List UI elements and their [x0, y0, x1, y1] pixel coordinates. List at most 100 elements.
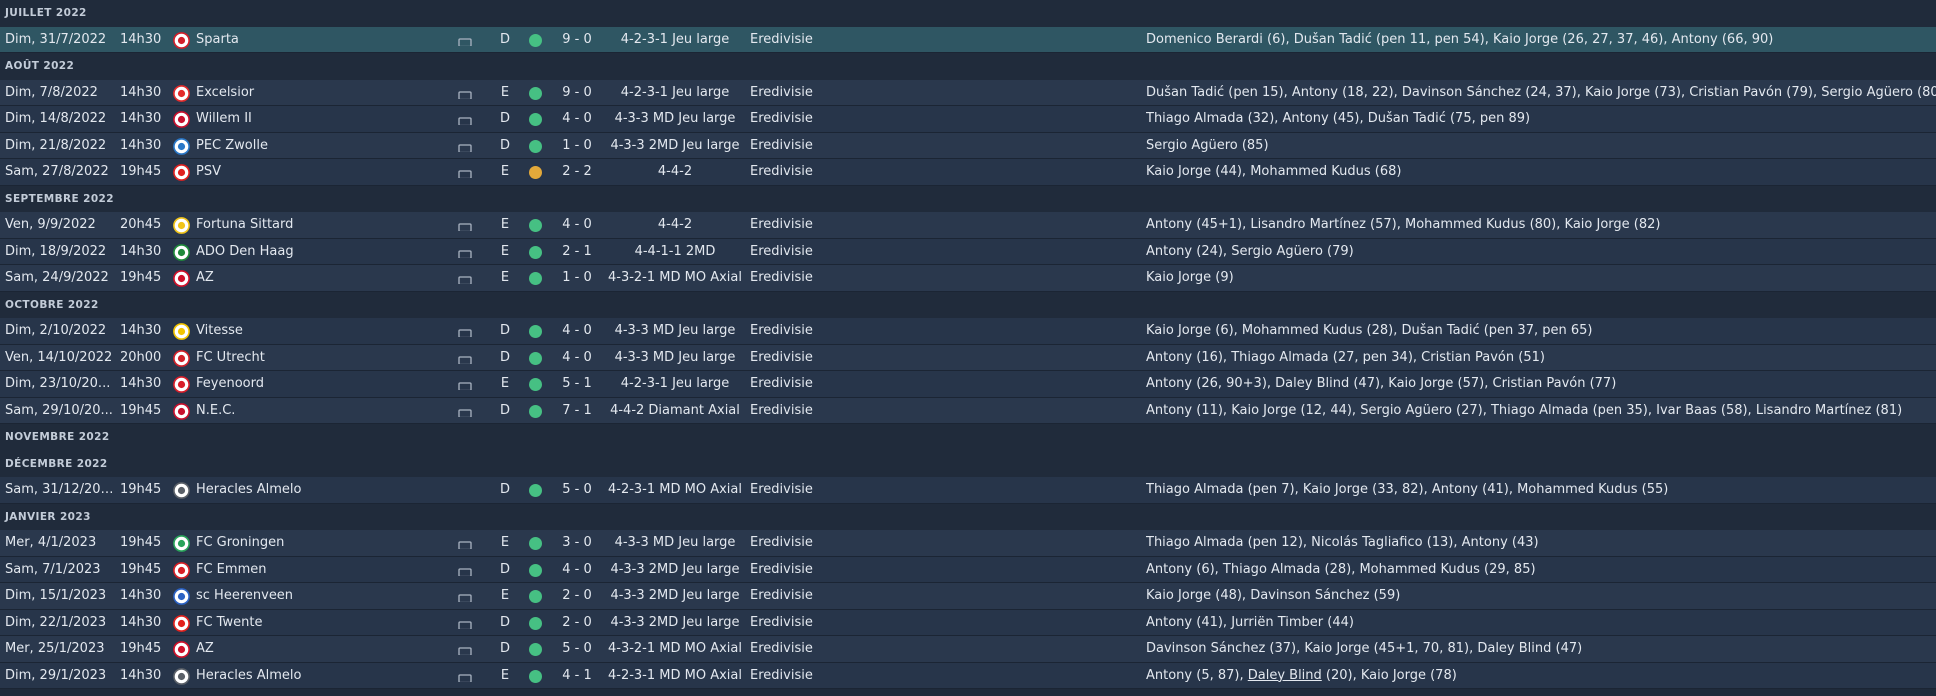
competition-name[interactable]: Eredivisie	[750, 239, 850, 266]
match-score[interactable]: 4 - 0	[552, 345, 602, 372]
competition-name[interactable]: Eredivisie	[750, 265, 850, 292]
tactic-name: 4-3-2-1 MD MO Axial	[607, 641, 742, 656]
fixture-row[interactable]: Sam, 29/10/20... 19h45 N.E.C. D 7 - 1 4-4-2 D…	[0, 397, 1936, 425]
competition-name[interactable]: Eredivisie	[750, 106, 850, 133]
result-dot-icon	[529, 219, 542, 232]
opponent-name[interactable]: Vitesse	[196, 318, 436, 345]
competition-name[interactable]: Eredivisie	[750, 663, 850, 690]
opponent-name[interactable]: FC Twente	[196, 610, 436, 637]
match-score[interactable]: 5 - 0	[552, 636, 602, 663]
venue-indicator: D	[499, 137, 510, 153]
fixture-row[interactable]: Mer, 4/1/2023 19h45 FC Groningen E 3 - 0 4-3-…	[0, 530, 1936, 557]
match-score[interactable]: 1 - 0	[552, 133, 602, 160]
opponent-name[interactable]: N.E.C.	[196, 398, 436, 425]
fixture-row[interactable]: Mer, 25/1/2023 19h45 AZ D 5 - 0 4-3-2-1 MD MO…	[0, 636, 1936, 663]
match-date: Dim, 29/1/2023	[5, 667, 107, 683]
opponent-name[interactable]: AZ	[196, 265, 436, 292]
match-score[interactable]: 9 - 0	[552, 27, 602, 54]
tactic-name: 4-3-3 2MD Jeu large	[610, 137, 740, 153]
month-header: DÉCEMBRE 2022	[0, 450, 1936, 477]
opponent-name[interactable]: PSV	[196, 159, 436, 186]
competition-name[interactable]: Eredivisie	[750, 159, 850, 186]
fixture-row[interactable]: Dim, 22/1/2023 14h30 FC Twente D 2 - 0 4-3-3 …	[0, 609, 1936, 637]
competition-name[interactable]: Eredivisie	[750, 636, 850, 663]
match-date: Dim, 18/9/2022	[5, 243, 107, 259]
opponent-name[interactable]: FC Utrecht	[196, 345, 436, 372]
match-score[interactable]: 4 - 0	[552, 212, 602, 239]
fixture-row[interactable]: Sam, 31/12/2022 19h45 Heracles Almelo D 5 - …	[0, 477, 1936, 504]
fixture-row[interactable]: Dim, 2/10/2022 14h30 Vitesse D 4 - 0 4-3-3 MD…	[0, 318, 1936, 345]
opponent-name[interactable]: ADO Den Haag	[196, 239, 436, 266]
match-score[interactable]: 4 - 0	[552, 106, 602, 133]
competition-name[interactable]: Eredivisie	[750, 398, 850, 425]
opponent-name[interactable]: Sparta	[196, 27, 436, 54]
match-score[interactable]: 3 - 0	[552, 530, 602, 557]
result-dot-icon	[529, 139, 542, 153]
result-dot-icon	[529, 351, 542, 365]
match-score[interactable]: 4 - 1	[552, 663, 602, 690]
match-date: Sam, 29/10/20...	[5, 402, 113, 418]
fixture-row[interactable]: Sam, 24/9/2022 19h45 AZ E 1 - 0 4-3-2-1 MD MO…	[0, 265, 1936, 292]
fixture-row[interactable]: Sam, 7/1/2023 19h45 FC Emmen D 4 - 0 4-3-3 2M…	[0, 556, 1936, 584]
fixture-row[interactable]: Dim, 14/8/2022 14h30 Willem II D 4 - 0 4-3-3 …	[0, 106, 1936, 133]
competition-name[interactable]: Eredivisie	[750, 530, 850, 557]
competition-name[interactable]: Eredivisie	[750, 318, 850, 345]
competition-name[interactable]: Eredivisie	[750, 212, 850, 239]
opponent-name[interactable]: Feyenoord	[196, 371, 436, 398]
match-score[interactable]: 4 - 0	[552, 318, 602, 345]
match-score[interactable]: 9 - 0	[552, 80, 602, 107]
tactic-name: 4-3-3 MD Jeu large	[614, 349, 736, 365]
fixture-row[interactable]: Dim, 18/9/2022 14h30 ADO Den Haag E 2 - 1 4-4…	[0, 238, 1936, 266]
opponent-name[interactable]: Fortuna Sittard	[196, 212, 436, 239]
opponent-name[interactable]: FC Groningen	[196, 530, 436, 557]
opponent-name[interactable]: Heracles Almelo	[196, 477, 436, 504]
competition-name[interactable]: Eredivisie	[750, 133, 850, 160]
match-score[interactable]: 2 - 2	[552, 159, 602, 186]
fixture-row[interactable]: Dim, 29/1/2023 14h30 Heracles Almelo E 4 - 1…	[0, 662, 1936, 690]
club-badge-icon	[173, 270, 190, 287]
competition-name[interactable]: Eredivisie	[750, 477, 850, 504]
venue-indicator: E	[500, 164, 510, 179]
fixture-row[interactable]: Dim, 15/1/2023 14h30 sc Heerenveen E 2 - 0 4-…	[0, 583, 1936, 610]
fixture-row[interactable]: Dim, 31/7/2022 14h30 Sparta D 9 - 0 4-2-3-1 J…	[0, 26, 1936, 54]
opponent-name[interactable]: AZ	[196, 636, 436, 663]
competition-name[interactable]: Eredivisie	[750, 557, 850, 584]
goal-scorers: Dušan Tadić (pen 15), Antony (18, 22), D…	[1146, 84, 1936, 100]
fixture-row[interactable]: Ven, 9/9/2022 20h45 Fortuna Sittard E 4 - 0 4…	[0, 212, 1936, 239]
opponent-name[interactable]: Willem II	[196, 106, 436, 133]
goal-scorers: Antony (26, 90+3), Daley Blind (47), Kai…	[1146, 376, 1617, 391]
venue-indicator: D	[499, 323, 510, 338]
opponent-name[interactable]: PEC Zwolle	[196, 133, 436, 160]
venue-indicator: E	[500, 535, 510, 550]
fixture-row[interactable]: Ven, 14/10/2022 20h00 FC Utrecht D 4 - 0 4-3-…	[0, 344, 1936, 372]
result-dot-icon	[529, 563, 542, 577]
competition-name[interactable]: Eredivisie	[750, 610, 850, 637]
match-score[interactable]: 2 - 0	[552, 583, 602, 610]
scorer-link[interactable]: Daley Blind	[1248, 668, 1322, 683]
opponent-name[interactable]: Heracles Almelo	[196, 663, 436, 690]
opponent-name[interactable]: FC Emmen	[196, 557, 436, 584]
competition-name[interactable]: Eredivisie	[750, 345, 850, 372]
competition-name[interactable]: Eredivisie	[750, 27, 850, 54]
fixture-row[interactable]: Dim, 23/10/20... 14h30 Feyenoord E 5 - 1 4-2-…	[0, 371, 1936, 398]
tactic-name: 4-4-2	[657, 217, 693, 232]
kickoff-time: 14h30	[120, 137, 162, 153]
opponent-name[interactable]: sc Heerenveen	[196, 583, 436, 610]
fixture-row[interactable]: Sam, 27/8/2022 19h45 PSV E 2 - 2 4-4-2 Eredivi…	[0, 159, 1936, 186]
match-score[interactable]: 7 - 1	[552, 398, 602, 425]
result-dot-icon	[529, 669, 542, 683]
tactic-name: 4-4-1-1 2MD	[634, 243, 716, 259]
match-score[interactable]: 2 - 0	[552, 610, 602, 637]
competition-name[interactable]: Eredivisie	[750, 80, 850, 107]
fixture-row[interactable]: Dim, 7/8/2022 14h30 Excelsior E 9 - 0 4-2-3-1…	[0, 79, 1936, 107]
competition-name[interactable]: Eredivisie	[750, 371, 850, 398]
match-score[interactable]: 5 - 0	[552, 477, 602, 504]
competition-name[interactable]: Eredivisie	[750, 583, 850, 610]
match-score[interactable]: 5 - 1	[552, 371, 602, 398]
opponent-name[interactable]: Excelsior	[196, 80, 436, 107]
match-score[interactable]: 1 - 0	[552, 265, 602, 292]
match-score[interactable]: 4 - 0	[552, 557, 602, 584]
kickoff-time: 19h45	[120, 561, 162, 577]
fixture-row[interactable]: Dim, 21/8/2022 14h30 PEC Zwolle D 1 - 0 4-3-3…	[0, 132, 1936, 160]
match-score[interactable]: 2 - 1	[552, 239, 602, 266]
